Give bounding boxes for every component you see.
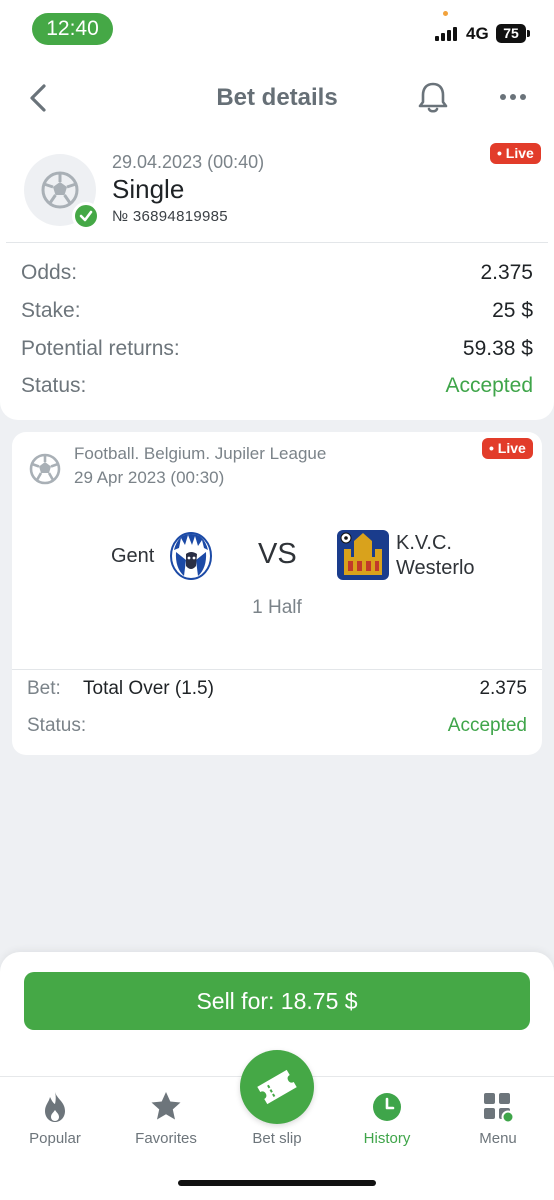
- header: Bet details: [0, 60, 554, 136]
- bet-date: 29.04.2023 (00:40): [112, 152, 265, 172]
- potential-returns-label: Potential returns:: [21, 337, 180, 360]
- match-period: 1 Half: [252, 597, 302, 618]
- event-status-label: Status:: [27, 715, 87, 736]
- check-icon: [79, 210, 93, 222]
- event-status-value: Accepted: [447, 715, 527, 736]
- gent-crest-icon: [170, 532, 212, 580]
- westerlo-crest-icon: [337, 530, 389, 580]
- away-team-line2: Westerlo: [396, 557, 475, 579]
- nav-popular[interactable]: Popular: [5, 1080, 105, 1152]
- nav-favorites[interactable]: Favorites: [116, 1080, 216, 1152]
- nav-menu-label: Menu: [479, 1130, 517, 1147]
- more-options-button[interactable]: [494, 82, 532, 112]
- accepted-check-badge: [72, 202, 100, 230]
- odds-label: Odds:: [21, 261, 78, 284]
- network-label: 4G: [466, 24, 489, 43]
- nav-popular-label: Popular: [29, 1130, 81, 1147]
- away-team-name: K.V.C. Westerlo: [396, 531, 475, 581]
- sell-bet-button[interactable]: Sell for: 18.75 $: [24, 972, 530, 1030]
- grid-icon: [484, 1093, 514, 1124]
- status-value: Accepted: [445, 374, 533, 397]
- divider: [12, 669, 542, 670]
- status-label: Status:: [21, 374, 87, 397]
- bet-odds: 2.375: [479, 678, 527, 699]
- status-bar: 12:40 4G 75: [0, 0, 554, 60]
- live-badge: • Live: [490, 143, 541, 164]
- live-badge: • Live: [482, 438, 533, 459]
- bet-details-screen: 12:40 4G 75 Bet details 29.04.2023 (00:4…: [0, 0, 554, 1200]
- bet-type: Single: [112, 174, 185, 204]
- page-title: Bet details: [216, 84, 338, 111]
- event-card[interactable]: Football. Belgium. Jupiler League 29 Apr…: [12, 432, 542, 755]
- away-team-line1: K.V.C.: [396, 532, 452, 554]
- divider: [6, 242, 548, 243]
- star-icon: [151, 1092, 181, 1120]
- event-league: Football. Belgium. Jupiler League: [74, 444, 327, 463]
- battery-icon: 75: [496, 24, 526, 43]
- home-team-name: Gent: [111, 545, 155, 567]
- versus-label: VS: [258, 538, 297, 570]
- nav-bet-slip-label: Bet slip: [252, 1130, 302, 1147]
- bottom-sheet: Sell for: 18.75 $ Popular Favorites Bet …: [0, 952, 554, 1200]
- bet-label: Bet:: [27, 678, 61, 699]
- stake-label: Stake:: [21, 299, 81, 322]
- nav-bet-slip[interactable]: Bet slip: [227, 1080, 327, 1152]
- bet-summary-card: 29.04.2023 (00:40) Single № 36894819985 …: [0, 136, 554, 420]
- event-date: 29 Apr 2023 (00:30): [74, 468, 225, 487]
- home-indicator: [178, 1180, 376, 1186]
- bet-selection: Total Over (1.5): [83, 678, 214, 699]
- flame-icon: [45, 1092, 65, 1122]
- potential-returns-value: 59.38 $: [462, 337, 533, 360]
- clock-icon: [373, 1093, 401, 1121]
- nav-history[interactable]: History: [337, 1080, 437, 1152]
- privacy-indicator-dot: [443, 11, 448, 16]
- signal-icon: [435, 25, 461, 41]
- battery-tip: [527, 30, 530, 37]
- nav-favorites-label: Favorites: [135, 1130, 197, 1147]
- status-time: 12:40: [32, 13, 113, 45]
- more-dots-icon: [500, 94, 526, 100]
- odds-value: 2.375: [480, 261, 533, 284]
- football-icon: [29, 453, 61, 485]
- nav-history-label: History: [363, 1130, 411, 1147]
- notifications-button[interactable]: [414, 78, 452, 118]
- nav-menu[interactable]: Menu: [448, 1080, 548, 1152]
- bell-icon: [418, 82, 448, 113]
- stake-value: 25 $: [492, 299, 533, 322]
- bet-number: № 36894819985: [112, 208, 228, 225]
